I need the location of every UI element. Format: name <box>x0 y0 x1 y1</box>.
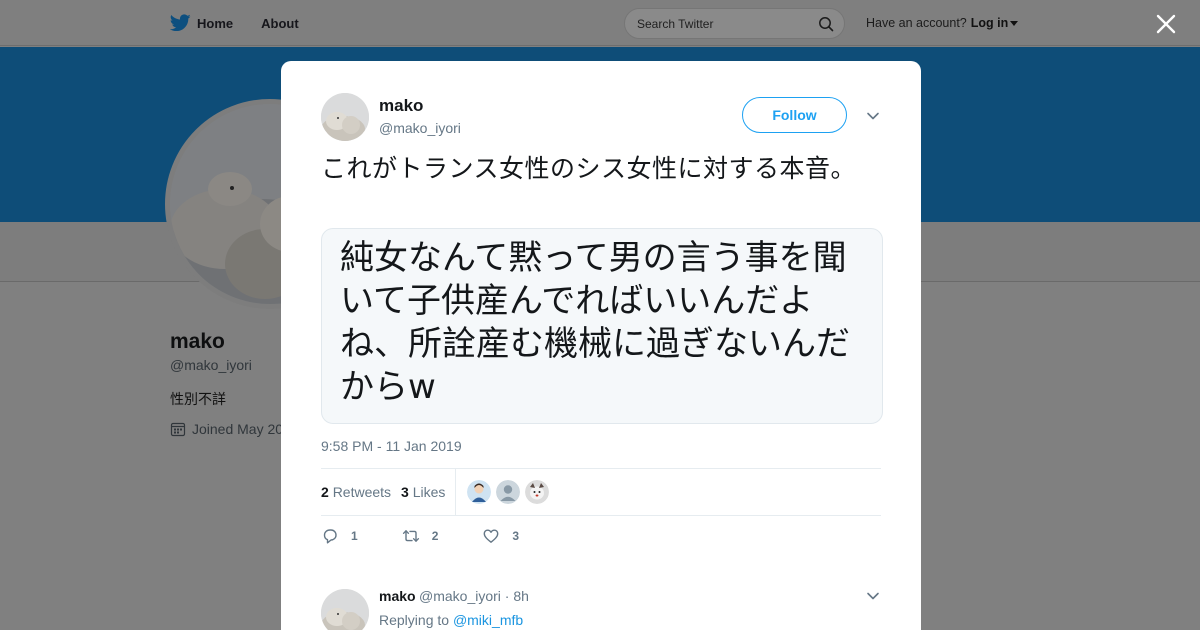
login-label: Log in <box>970 16 1009 30</box>
chevron-down-icon[interactable] <box>865 108 881 124</box>
login-button[interactable]: Log in <box>971 16 1019 30</box>
heart-icon <box>483 529 499 543</box>
like-count: 3 <box>512 529 520 543</box>
retweets-count: 2 <box>321 484 329 500</box>
polar-bear-thumbnail <box>321 589 369 630</box>
about-label: About <box>261 15 299 31</box>
liker-avatars <box>467 480 549 504</box>
retweets-stat[interactable]: 2 Retweets <box>321 484 391 500</box>
search-box[interactable] <box>624 8 845 39</box>
reply-author-handle[interactable]: @mako_iyori · 8h <box>419 588 529 604</box>
likes-count: 3 <box>401 484 409 500</box>
tweet-actions: 1 2 3 <box>321 527 563 545</box>
home-label: Home <box>197 15 234 31</box>
replying-to-line: Replying to @miki_mfb <box>379 612 523 628</box>
top-navigation: Home About Have an account? Log in <box>0 0 1200 46</box>
author-handle[interactable]: @mako_iyori <box>379 120 461 136</box>
profile-joined: Joined May 20 <box>170 421 283 437</box>
search-input[interactable] <box>637 15 807 33</box>
stats-divider <box>455 469 456 516</box>
reply-button[interactable]: 1 <box>321 527 358 545</box>
close-icon[interactable] <box>1156 14 1176 34</box>
nav-left: Home About <box>170 0 299 46</box>
profile-name: mako <box>170 330 225 353</box>
reply-count: 1 <box>351 529 358 543</box>
chevron-down-icon[interactable] <box>865 588 881 604</box>
about-link[interactable]: About <box>261 16 299 31</box>
replying-prefix: Replying to <box>379 612 450 628</box>
retweet-icon <box>402 530 419 542</box>
home-link[interactable]: Home <box>170 14 233 32</box>
account-prompt: Have an account? <box>866 16 967 30</box>
author-avatar[interactable] <box>321 93 369 141</box>
liker-avatar[interactable] <box>496 480 520 504</box>
retweet-count: 2 <box>431 529 439 543</box>
profile-bio: 性別不詳 <box>170 391 226 407</box>
tweet-timestamp[interactable]: 9:58 PM - 11 Jan 2019 <box>321 438 462 454</box>
author-name[interactable]: mako <box>379 96 423 116</box>
quote-card[interactable]: 純女なんて黙って男の言う事を聞いて子供産んでればいいんだよね、所詮産む機械に過ぎ… <box>321 228 883 424</box>
retweet-button[interactable]: 2 <box>402 527 439 545</box>
liker-avatar[interactable] <box>467 480 491 504</box>
quote-text: 純女なんて黙って男の言う事を聞いて子供産んでればいいんだよね、所詮産む機械に過ぎ… <box>340 238 850 407</box>
calendar-icon <box>170 422 186 437</box>
retweets-label: Retweets <box>332 484 392 500</box>
polar-bear-thumbnail <box>321 93 369 141</box>
like-button[interactable]: 3 <box>482 527 519 545</box>
reply-author-avatar[interactable] <box>321 589 369 630</box>
tweet-text: これがトランス女性のシス女性に対する本音。 <box>321 154 857 183</box>
reply-icon <box>323 529 337 544</box>
profile-handle: @mako_iyori <box>170 357 252 373</box>
account-area: Have an account? Log in <box>866 16 1019 30</box>
likes-stat[interactable]: 3 Likes <box>401 484 445 500</box>
replying-to-link[interactable]: @miki_mfb <box>453 612 523 628</box>
likes-label: Likes <box>412 484 446 500</box>
tweet-stats: 2 Retweets 3 Likes <box>321 468 881 516</box>
follow-button[interactable]: Follow <box>742 97 847 133</box>
joined-label: Joined May 20 <box>192 421 284 437</box>
caret-down-icon <box>1010 20 1019 26</box>
search-icon[interactable] <box>818 16 834 32</box>
liker-avatar[interactable] <box>525 480 549 504</box>
reply-author-name[interactable]: mako <box>379 588 416 604</box>
tweet-modal: mako @mako_iyori Follow これがトランス女性のシス女性に対… <box>281 61 921 630</box>
twitter-bird-icon <box>170 14 191 32</box>
